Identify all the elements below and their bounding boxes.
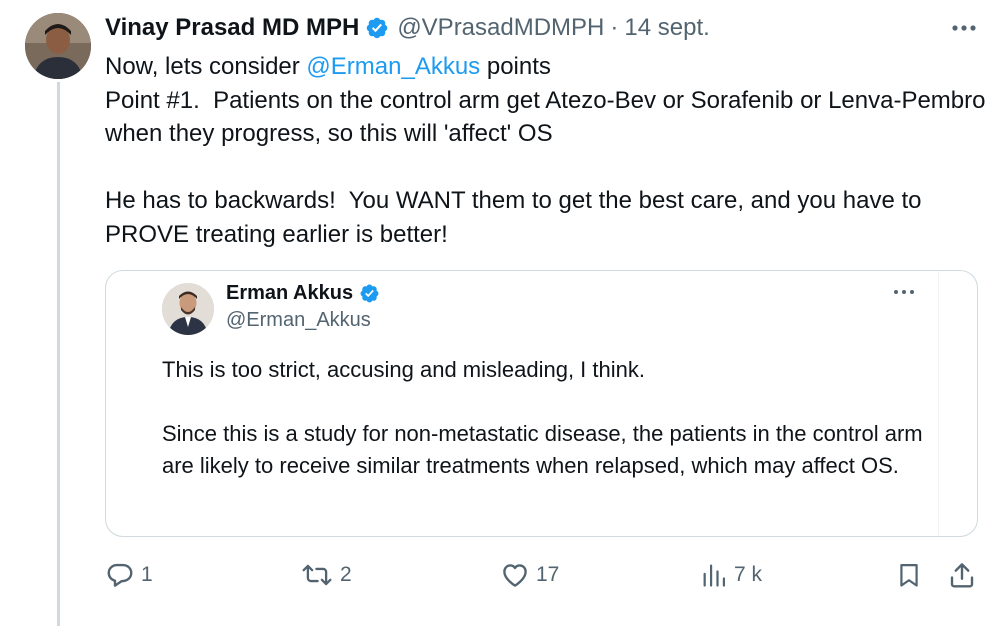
paragraph-spacer	[162, 386, 932, 418]
verified-badge-icon	[365, 16, 389, 40]
heart-icon	[500, 560, 530, 590]
tweet-reply-paragraph: He has to backwards! You WANT them to ge…	[105, 187, 929, 248]
retweet-arrows-icon	[300, 560, 334, 590]
quoted-author-name[interactable]: Erman Akkus	[226, 282, 353, 305]
quoted-paragraph-1: This is too strict, accusing and mislead…	[162, 357, 645, 382]
bookmark-icon	[895, 560, 923, 590]
author-avatar[interactable]	[25, 13, 91, 79]
views-button[interactable]: 7 k	[700, 557, 762, 593]
views-count: 7 k	[734, 563, 763, 586]
reply-count: 1	[141, 563, 153, 586]
thread-line	[57, 82, 60, 626]
quoted-author-name-row: Erman Akkus	[226, 282, 380, 305]
intro-text: Now, lets consider	[105, 53, 307, 80]
tweet-text: Now, lets consider @Erman_Akkus points P…	[105, 50, 990, 251]
quoted-tweet-text: This is too strict, accusing and mislead…	[162, 354, 932, 482]
bookmark-button[interactable]	[895, 557, 923, 593]
like-button[interactable]: 17	[500, 557, 559, 593]
like-count: 17	[536, 563, 560, 586]
tweet-date[interactable]: 14 sept.	[624, 14, 709, 42]
share-upload-icon	[947, 560, 977, 590]
tweet-intro-line: Now, lets consider @Erman_Akkus points	[105, 50, 990, 84]
retweet-count: 2	[340, 563, 352, 586]
retweet-button[interactable]: 2	[300, 557, 352, 593]
action-bar: 1 2 17 7 k	[105, 557, 980, 593]
tweet-header: Vinay Prasad MD MPH @VPrasadMDMPH · 14 s…	[105, 12, 980, 44]
verified-badge-icon	[359, 283, 380, 304]
more-dots-icon[interactable]	[948, 14, 980, 42]
reply-bubble-icon	[105, 560, 135, 590]
intro-end-text: points	[480, 53, 551, 80]
author-handle[interactable]: @VPrasadMDMPH	[397, 14, 604, 42]
quoted-tweet-card[interactable]: Erman Akkus @Erman_Akkus This is too str…	[105, 270, 978, 537]
reply-button[interactable]: 1	[105, 557, 153, 593]
quote-divider	[938, 271, 939, 536]
author-name[interactable]: Vinay Prasad MD MPH	[105, 14, 359, 42]
mention-link[interactable]: @Erman_Akkus	[306, 53, 480, 80]
quoted-author-avatar[interactable]	[162, 283, 214, 335]
tweet-point-line: Point #1. Patients on the control arm ge…	[105, 86, 993, 148]
more-dots-icon[interactable]	[891, 281, 917, 303]
quoted-paragraph-2: Since this is a study for non-metastatic…	[162, 421, 929, 478]
separator-dot: ·	[610, 14, 619, 41]
share-button[interactable]	[947, 557, 977, 593]
bar-chart-icon	[700, 560, 728, 590]
paragraph-spacer	[105, 151, 990, 185]
quoted-author-handle[interactable]: @Erman_Akkus	[226, 309, 371, 332]
